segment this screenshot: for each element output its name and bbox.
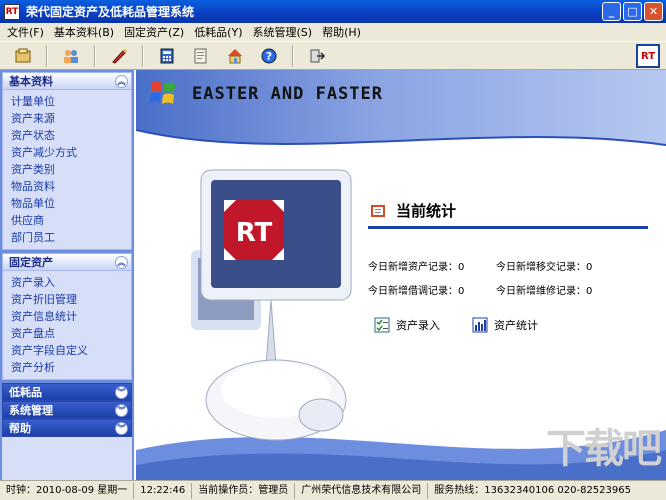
sidebar-item-inventory[interactable]: 资产盘点 bbox=[11, 325, 131, 342]
sidebar-item-asset-analysis[interactable]: 资产分析 bbox=[11, 359, 131, 376]
sidebar-item-depreciation[interactable]: 资产折旧管理 bbox=[11, 291, 131, 308]
sidebar-item-item-data[interactable]: 物品资料 bbox=[11, 178, 131, 195]
stats-divider bbox=[368, 226, 648, 229]
toolbar-separator bbox=[292, 44, 294, 67]
watermark: 下载吧 bbox=[546, 426, 662, 472]
sidebar-item-units[interactable]: 计量单位 bbox=[11, 93, 131, 110]
sidebar-section-basic-data-body: 计量单位 资产来源 资产状态 资产减少方式 资产类别 物品资料 物品单位 供应商… bbox=[2, 90, 132, 250]
sidebar-item-asset-status[interactable]: 资产状态 bbox=[11, 127, 131, 144]
title-bar: RT 荣代固定资产及低耗品管理系统 _ □ ✕ bbox=[0, 0, 666, 23]
status-company: 广州荣代信息技术有限公司 bbox=[295, 482, 429, 499]
exit-icon[interactable] bbox=[306, 45, 328, 67]
banner-title: EASTER AND FASTER bbox=[192, 84, 383, 104]
menu-consumables[interactable]: 低耗品(Y) bbox=[189, 24, 247, 40]
sidebar-item-asset-entry[interactable]: 资产录入 bbox=[11, 274, 131, 291]
toolbar-separator bbox=[94, 44, 96, 67]
home-icon[interactable] bbox=[224, 45, 246, 67]
brand-logo: RT bbox=[636, 44, 660, 68]
calculator-icon[interactable] bbox=[156, 45, 178, 67]
pen-icon[interactable] bbox=[108, 45, 130, 67]
chevron-up-icon[interactable]: ︽ bbox=[115, 74, 128, 88]
stat-new-transfers: 今日新增移交记录：0 bbox=[496, 262, 593, 273]
menu-fixed-assets[interactable]: 固定资产(Z) bbox=[119, 24, 189, 40]
stat-new-repairs: 今日新增维修记录：0 bbox=[496, 286, 593, 297]
minimize-button[interactable]: _ bbox=[602, 2, 621, 21]
chevron-down-icon[interactable]: ︾ bbox=[115, 385, 128, 399]
stats-title: 当前统计 bbox=[396, 202, 457, 220]
sidebar: 基本资料 ︽ 计量单位 资产来源 资产状态 资产减少方式 资产类别 物品资料 物… bbox=[0, 70, 134, 480]
stat-new-assets: 今日新增资产记录：0 bbox=[368, 262, 465, 273]
sidebar-item-asset-source[interactable]: 资产来源 bbox=[11, 110, 131, 127]
section-title: 系统管理 bbox=[9, 404, 53, 417]
status-hotline: 服务热线：13632340106 020-82523965 bbox=[434, 484, 631, 496]
stats-book-icon bbox=[371, 204, 385, 217]
sidebar-section-basic-data[interactable]: 基本资料 ︽ bbox=[2, 72, 132, 90]
status-operator: 当前操作员：管理员 bbox=[192, 482, 296, 499]
asset-stats-label: 资产统计 bbox=[494, 319, 538, 332]
section-title: 基本资料 bbox=[9, 75, 53, 88]
main-panel: EASTER AND FASTER RT 当前统计 今日新增资产记录：0 今日新… bbox=[136, 70, 666, 480]
chevron-up-icon[interactable]: ︽ bbox=[115, 255, 128, 269]
sidebar-item-asset-reduction[interactable]: 资产减少方式 bbox=[11, 144, 131, 161]
toolbar-separator bbox=[46, 44, 48, 67]
menu-help[interactable]: 帮助(H) bbox=[317, 24, 366, 40]
stat-new-borrows: 今日新增借调记录：0 bbox=[368, 286, 465, 297]
svg-text:?: ? bbox=[266, 50, 272, 63]
asset-icon[interactable] bbox=[12, 45, 34, 67]
asset-stats-link[interactable]: 资产统计 bbox=[472, 317, 538, 333]
users-icon[interactable] bbox=[60, 45, 82, 67]
sidebar-section-fixed-assets[interactable]: 固定资产 ︽ bbox=[2, 253, 132, 271]
maximize-button[interactable]: □ bbox=[623, 2, 642, 21]
asset-entry-label: 资产录入 bbox=[396, 319, 440, 332]
window-title: 荣代固定资产及低耗品管理系统 bbox=[26, 5, 195, 19]
chevron-down-icon[interactable]: ︾ bbox=[115, 403, 128, 417]
sidebar-item-item-unit[interactable]: 物品单位 bbox=[11, 195, 131, 212]
sidebar-section-system[interactable]: 系统管理 ︾ bbox=[2, 401, 132, 419]
section-title: 固定资产 bbox=[9, 256, 53, 269]
menu-file[interactable]: 文件(F) bbox=[2, 24, 49, 40]
sidebar-item-supplier[interactable]: 供应商 bbox=[11, 212, 131, 229]
help-icon[interactable]: ? bbox=[258, 45, 280, 67]
status-time: 12:22:46 bbox=[134, 482, 193, 499]
app-icon[interactable]: RT bbox=[4, 3, 20, 20]
sidebar-item-asset-category[interactable]: 资产类别 bbox=[11, 161, 131, 178]
close-button[interactable]: ✕ bbox=[644, 2, 663, 21]
section-title: 帮助 bbox=[9, 422, 31, 435]
sidebar-item-asset-stats[interactable]: 资产信息统计 bbox=[11, 308, 131, 325]
sidebar-item-department-staff[interactable]: 部门员工 bbox=[11, 229, 131, 246]
status-date: 时钟：2010-08-09 星期一 bbox=[0, 482, 135, 499]
imac-illustration: RT bbox=[191, 169, 352, 441]
section-title: 低耗品 bbox=[9, 386, 42, 399]
sidebar-section-help[interactable]: 帮助 ︾ bbox=[2, 419, 132, 437]
chevron-down-icon[interactable]: ︾ bbox=[115, 421, 128, 435]
status-bar: 时钟：2010-08-09 星期一 12:22:46 当前操作员：管理员 广州荣… bbox=[0, 480, 666, 500]
menu-bar: 文件(F) 基本资料(B) 固定资产(Z) 低耗品(Y) 系统管理(S) 帮助(… bbox=[0, 23, 666, 41]
book-icon[interactable] bbox=[190, 45, 212, 67]
menu-basic-data[interactable]: 基本资料(B) bbox=[49, 24, 119, 40]
asset-entry-link[interactable]: 资产录入 bbox=[374, 317, 440, 333]
imac-screen-logo: RT bbox=[236, 218, 273, 248]
sidebar-section-consumables[interactable]: 低耗品 ︾ bbox=[2, 383, 132, 401]
checklist-icon bbox=[374, 317, 390, 333]
sidebar-section-fixed-assets-body: 资产录入 资产折旧管理 资产信息统计 资产盘点 资产字段自定义 资产分析 bbox=[2, 271, 132, 380]
stats-header: 当前统计 bbox=[370, 200, 456, 221]
toolbar: ? RT bbox=[0, 41, 666, 70]
sidebar-item-custom-fields[interactable]: 资产字段自定义 bbox=[11, 342, 131, 359]
windows-logo-icon bbox=[150, 81, 175, 104]
toolbar-separator bbox=[142, 44, 144, 67]
bar-chart-icon bbox=[472, 317, 488, 333]
menu-system[interactable]: 系统管理(S) bbox=[248, 24, 318, 40]
window-controls: _ □ ✕ bbox=[602, 2, 663, 21]
